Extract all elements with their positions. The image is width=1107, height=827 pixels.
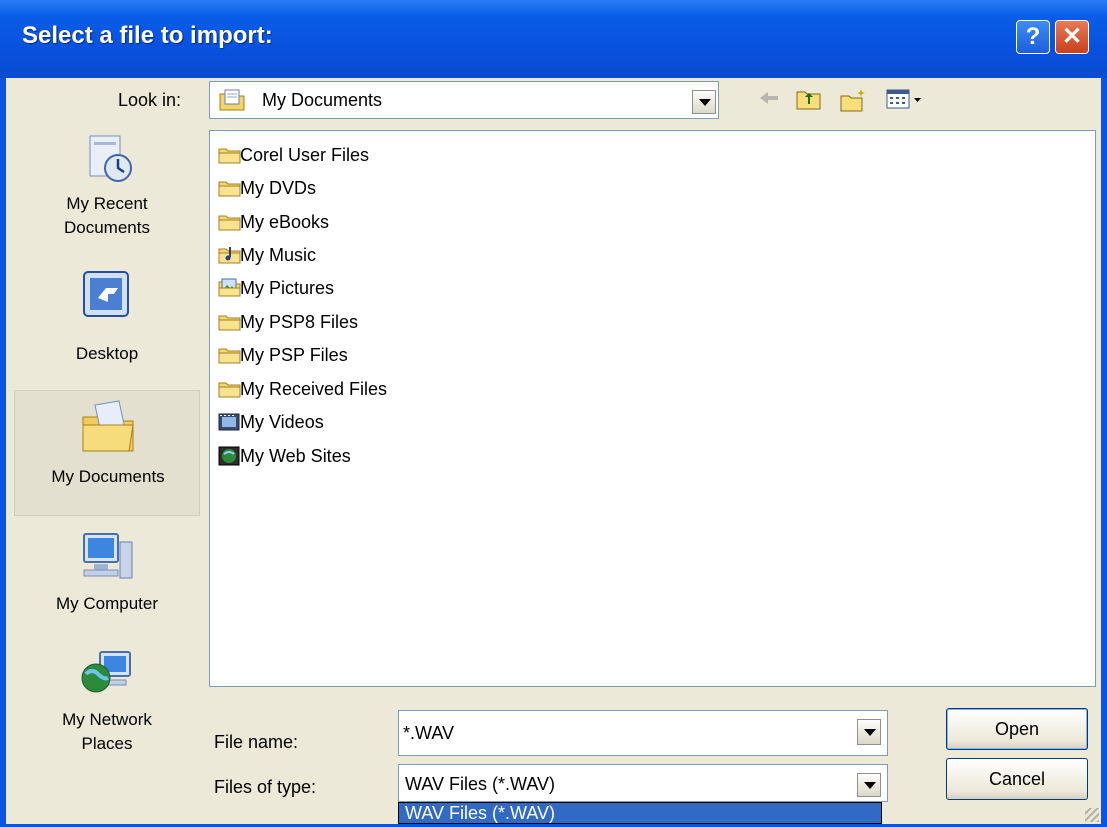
chevron-down-icon: [864, 782, 876, 789]
files-of-type-dropdown[interactable]: WAV Files (*.WAV): [398, 764, 888, 802]
file-label: My Videos: [240, 412, 324, 432]
file-label: My PSP Files: [240, 345, 348, 365]
place-label-line1: My Computer: [55, 594, 159, 613]
file-label: My eBooks: [240, 212, 330, 232]
place-label-line2: Documents: [64, 218, 150, 237]
chevron-down-icon: [699, 99, 711, 106]
place-label-line1: My Documents: [51, 467, 165, 486]
place-my-network-places[interactable]: My Network Places: [14, 642, 200, 782]
videos-folder-icon: [218, 412, 242, 432]
cancel-button[interactable]: Cancel: [946, 758, 1088, 800]
file-name-field[interactable]: *.WAV: [398, 710, 888, 756]
folder-icon: [218, 178, 242, 198]
place-label-line2: Places: [81, 734, 133, 753]
my-documents-icon: [79, 399, 137, 455]
files-of-type-option[interactable]: WAV Files (*.WAV): [405, 803, 555, 823]
web-sites-folder-icon: [218, 446, 242, 466]
place-my-documents[interactable]: My Documents: [14, 390, 200, 516]
up-folder-icon[interactable]: [796, 88, 822, 115]
folder-icon: [218, 145, 242, 165]
chevron-down-icon: [864, 729, 876, 736]
my-documents-small-icon: [218, 88, 246, 112]
folder-icon: [218, 379, 242, 399]
music-folder-icon: [218, 245, 242, 265]
pictures-folder-icon: [218, 278, 242, 298]
place-label-line1: My Recent: [66, 194, 148, 213]
back-icon[interactable]: [758, 88, 780, 113]
file-dialog-window: Select a file to import: ? ✕ Look in: My…: [0, 0, 1107, 827]
dialog-body: Look in: My Documents My Recent Document…: [6, 78, 1101, 824]
look-in-value: My Documents: [262, 90, 383, 110]
views-menu-icon[interactable]: [886, 88, 926, 115]
files-of-type-options[interactable]: WAV Files (*.WAV): [398, 802, 882, 824]
folder-icon: [218, 212, 242, 232]
file-label: My PSP8 Files: [240, 312, 359, 332]
file-label: My Music: [240, 245, 316, 265]
look-in-label: Look in:: [118, 90, 182, 110]
file-label: My Received Files: [240, 379, 388, 399]
look-in-dropdown-button[interactable]: [692, 90, 716, 114]
dialog-title: Select a file to import:: [22, 22, 273, 49]
place-my-computer[interactable]: My Computer: [14, 526, 200, 636]
help-button[interactable]: ?: [1016, 20, 1050, 54]
place-label-line1: Desktop: [75, 344, 139, 363]
file-label: My Pictures: [240, 278, 335, 298]
file-label: My DVDs: [240, 178, 316, 198]
files-of-type-label: Files of type:: [214, 777, 317, 797]
folder-icon: [218, 345, 242, 365]
open-button[interactable]: Open: [946, 708, 1088, 750]
places-bar: My Recent Documents Desktop My Documents…: [14, 126, 200, 819]
files-of-type-value: WAV Files (*.WAV): [405, 774, 555, 794]
place-desktop[interactable]: Desktop: [14, 266, 200, 376]
file-name-dropdown-button[interactable]: [857, 719, 881, 745]
look-in-dropdown[interactable]: My Documents: [209, 81, 719, 119]
file-name-label: File name:: [214, 732, 299, 752]
place-my-recent-documents[interactable]: My Recent Documents: [14, 126, 200, 266]
network-places-icon: [78, 646, 136, 702]
file-name-value: *.WAV: [403, 723, 455, 743]
new-folder-icon[interactable]: [840, 88, 868, 117]
place-label-line1: My Network: [62, 710, 152, 729]
files-of-type-dropdown-button[interactable]: [857, 773, 881, 797]
folder-icon: [218, 312, 242, 332]
file-label: Corel User Files: [240, 145, 370, 165]
resize-grip[interactable]: [1085, 808, 1099, 822]
recent-documents-icon: [78, 132, 136, 188]
my-computer-icon: [78, 528, 136, 584]
desktop-icon: [78, 268, 136, 324]
file-list[interactable]: Corel User Files My DVDs My eBooks My Mu…: [209, 130, 1096, 687]
close-button[interactable]: ✕: [1055, 20, 1089, 54]
title-bar[interactable]: Select a file to import: ? ✕: [0, 0, 1107, 78]
file-label: My Web Sites: [240, 446, 351, 466]
